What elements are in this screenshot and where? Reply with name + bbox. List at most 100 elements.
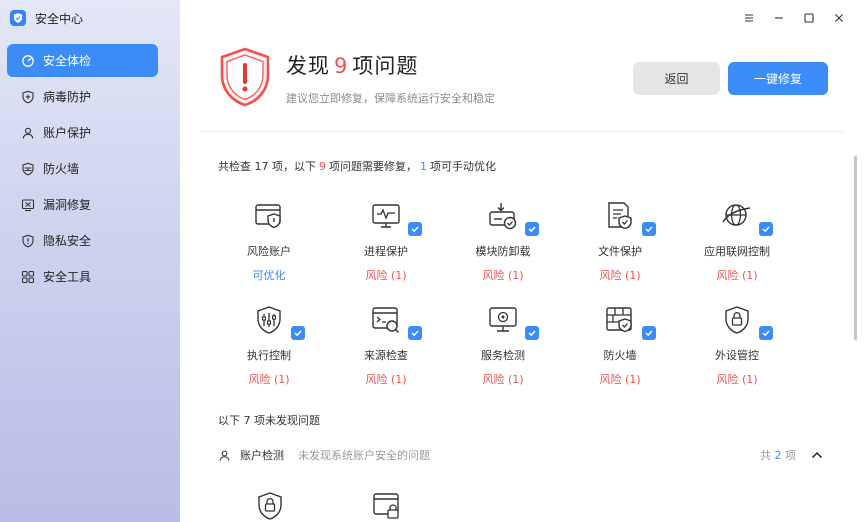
firewall-shield-icon — [606, 307, 632, 333]
check-item-source-check[interactable]: 来源检查 风险 (1) — [327, 304, 445, 387]
issue-count: 9 — [334, 54, 349, 78]
checkbox-checked-icon[interactable] — [642, 222, 656, 236]
check-item-status[interactable]: 风险 (1) — [561, 267, 679, 283]
checkbox-checked-icon[interactable] — [525, 326, 539, 340]
sidebar-item-scan[interactable]: 安全体检 — [7, 44, 158, 77]
check-item-status[interactable]: 风险 (1) — [327, 371, 445, 387]
sidebar-nav: 安全体检 病毒防护 账户保护 防火墙 漏洞修复 隐私安全 安全工具 — [0, 44, 180, 293]
checkbox-checked-icon[interactable] — [291, 326, 305, 340]
check-item-status[interactable]: 风险 (1) — [561, 371, 679, 387]
checkbox-checked-icon[interactable] — [759, 222, 773, 236]
check-item-status[interactable]: 风险 (1) — [210, 371, 328, 387]
check-item-name: 服务检测 — [481, 349, 525, 362]
check-item-process-protect[interactable]: 进程保护 风险 (1) — [327, 200, 445, 283]
check-item-status[interactable]: 风险 (1) — [444, 267, 562, 283]
check-item-status[interactable]: 风险 (1) — [678, 267, 796, 283]
app-header: 安全中心 — [0, 0, 180, 36]
check-item-service-detect[interactable]: 服务检测 风险 (1) — [444, 304, 562, 387]
check-item-name: 执行控制 — [247, 349, 291, 362]
sidebar-item-tools[interactable]: 安全工具 — [7, 260, 158, 293]
menu-icon[interactable] — [734, 8, 764, 28]
account-risk-icon — [255, 204, 281, 229]
bug-fix-icon — [21, 198, 35, 212]
check-item-name: 进程保护 — [364, 245, 408, 258]
check-item-name: 风险账户 — [247, 245, 291, 258]
result-hero: 发现 9 项问题 建议您立即修复，保障系统运行安全和稳定 — [218, 46, 495, 108]
firewall-icon — [21, 162, 35, 176]
minimize-icon[interactable] — [764, 8, 794, 28]
check-item-status[interactable]: 风险 (1) — [678, 371, 796, 387]
check-item-name: 应用联网控制 — [704, 245, 770, 258]
check-item-name: 外设管控 — [715, 349, 759, 362]
check-item-name: 防火墙 — [603, 349, 637, 362]
check-item-name: 模块防卸载 — [475, 245, 531, 258]
file-protect-icon — [608, 202, 632, 230]
sidebar-item-label: 隐私安全 — [43, 234, 92, 248]
check-item-status[interactable]: 可优化 — [210, 267, 328, 283]
user-icon — [219, 450, 230, 461]
page-title: 发现 9 项问题 — [286, 54, 419, 78]
check-item-file-protect[interactable]: 文件保护 风险 (1) — [561, 200, 679, 283]
check-item-module-uninstall[interactable]: 模块防卸载 风险 (1) — [444, 200, 562, 283]
sidebar-item-label: 安全工具 — [43, 270, 92, 284]
sidebar-item-label: 账户保护 — [43, 126, 92, 140]
exec-control-icon — [257, 306, 281, 334]
app-logo-icon — [10, 10, 26, 26]
window-lock-icon — [373, 493, 399, 519]
chevron-up-icon[interactable] — [810, 448, 824, 462]
check-item-firewall[interactable]: 防火墙 风险 (1) — [561, 304, 679, 387]
privacy-shield-icon — [21, 234, 35, 248]
checkbox-checked-icon[interactable] — [408, 326, 422, 340]
window-controls — [734, 8, 854, 28]
sidebar-item-account[interactable]: 账户保护 — [7, 116, 158, 149]
check-item-app-network[interactable]: 应用联网控制 风险 (1) — [678, 200, 796, 283]
group-count: 共 2 项 — [760, 449, 796, 462]
shield-plus-icon — [21, 90, 35, 104]
checkbox-checked-icon[interactable] — [642, 326, 656, 340]
back-button[interactable]: 返回 — [633, 62, 720, 95]
warning-shield-icon — [220, 47, 270, 107]
no-issue-title: 以下 7 项未发现问题 — [218, 414, 320, 427]
sidebar-item-virus[interactable]: 病毒防护 — [7, 80, 158, 113]
scan-icon — [21, 54, 35, 68]
network-globe-icon — [722, 204, 751, 226]
check-item-risk-account[interactable]: 风险账户 可优化 — [210, 200, 328, 283]
check-summary: 共检查 17 项，以下 9 项问题需要修复， 1 项可手动优化 — [218, 160, 496, 173]
checkbox-checked-icon[interactable] — [408, 222, 422, 236]
check-item-name: 文件保护 — [598, 245, 642, 258]
check-item-name: 来源检查 — [364, 349, 408, 362]
app-title: 安全中心 — [35, 11, 84, 26]
account-detect-group[interactable]: 账户检测 未发现系统账户安全的问题 共 2 项 — [218, 447, 824, 463]
group-name: 账户检测 — [240, 449, 284, 462]
divider — [200, 131, 844, 132]
sidebar-item-firewall[interactable]: 防火墙 — [7, 152, 158, 185]
check-item-status[interactable]: 风险 (1) — [444, 371, 562, 387]
check-item-status[interactable]: 风险 (1) — [327, 267, 445, 283]
tools-grid-icon — [21, 270, 35, 284]
page-subtitle: 建议您立即修复，保障系统运行安全和稳定 — [286, 92, 495, 105]
sidebar-item-label: 病毒防护 — [43, 90, 92, 104]
main-panel: 发现 9 项问题 建议您立即修复，保障系统运行安全和稳定 返回 一键修复 共检查 1… — [180, 0, 864, 522]
group-description: 未发现系统账户安全的问题 — [298, 449, 430, 462]
close-icon[interactable] — [824, 8, 854, 28]
process-monitor-icon — [372, 204, 400, 228]
service-monitor-icon — [489, 307, 517, 332]
source-check-icon — [372, 307, 400, 334]
sidebar: 安全中心 安全体检 病毒防护 账户保护 防火墙 漏洞修复 隐私安全 安全工具 — [0, 0, 180, 522]
checkbox-checked-icon[interactable] — [759, 326, 773, 340]
sidebar-item-label: 安全体检 — [43, 54, 92, 68]
user-icon — [21, 126, 35, 140]
sidebar-item-label: 漏洞修复 — [43, 198, 92, 212]
device-lock-icon — [725, 306, 749, 334]
check-item-device-control[interactable]: 外设管控 风险 (1) — [678, 304, 796, 387]
module-uninstall-icon — [489, 203, 517, 230]
sidebar-item-vuln[interactable]: 漏洞修复 — [7, 188, 158, 221]
account-shield-lock-icon — [258, 492, 282, 520]
check-item-exec-control[interactable]: 执行控制 风险 (1) — [210, 304, 328, 387]
scrollbar[interactable] — [854, 156, 857, 340]
maximize-icon[interactable] — [794, 8, 824, 28]
sidebar-item-label: 防火墙 — [43, 162, 80, 176]
fix-all-button[interactable]: 一键修复 — [728, 62, 828, 95]
sidebar-item-privacy[interactable]: 隐私安全 — [7, 224, 158, 257]
checkbox-checked-icon[interactable] — [525, 222, 539, 236]
